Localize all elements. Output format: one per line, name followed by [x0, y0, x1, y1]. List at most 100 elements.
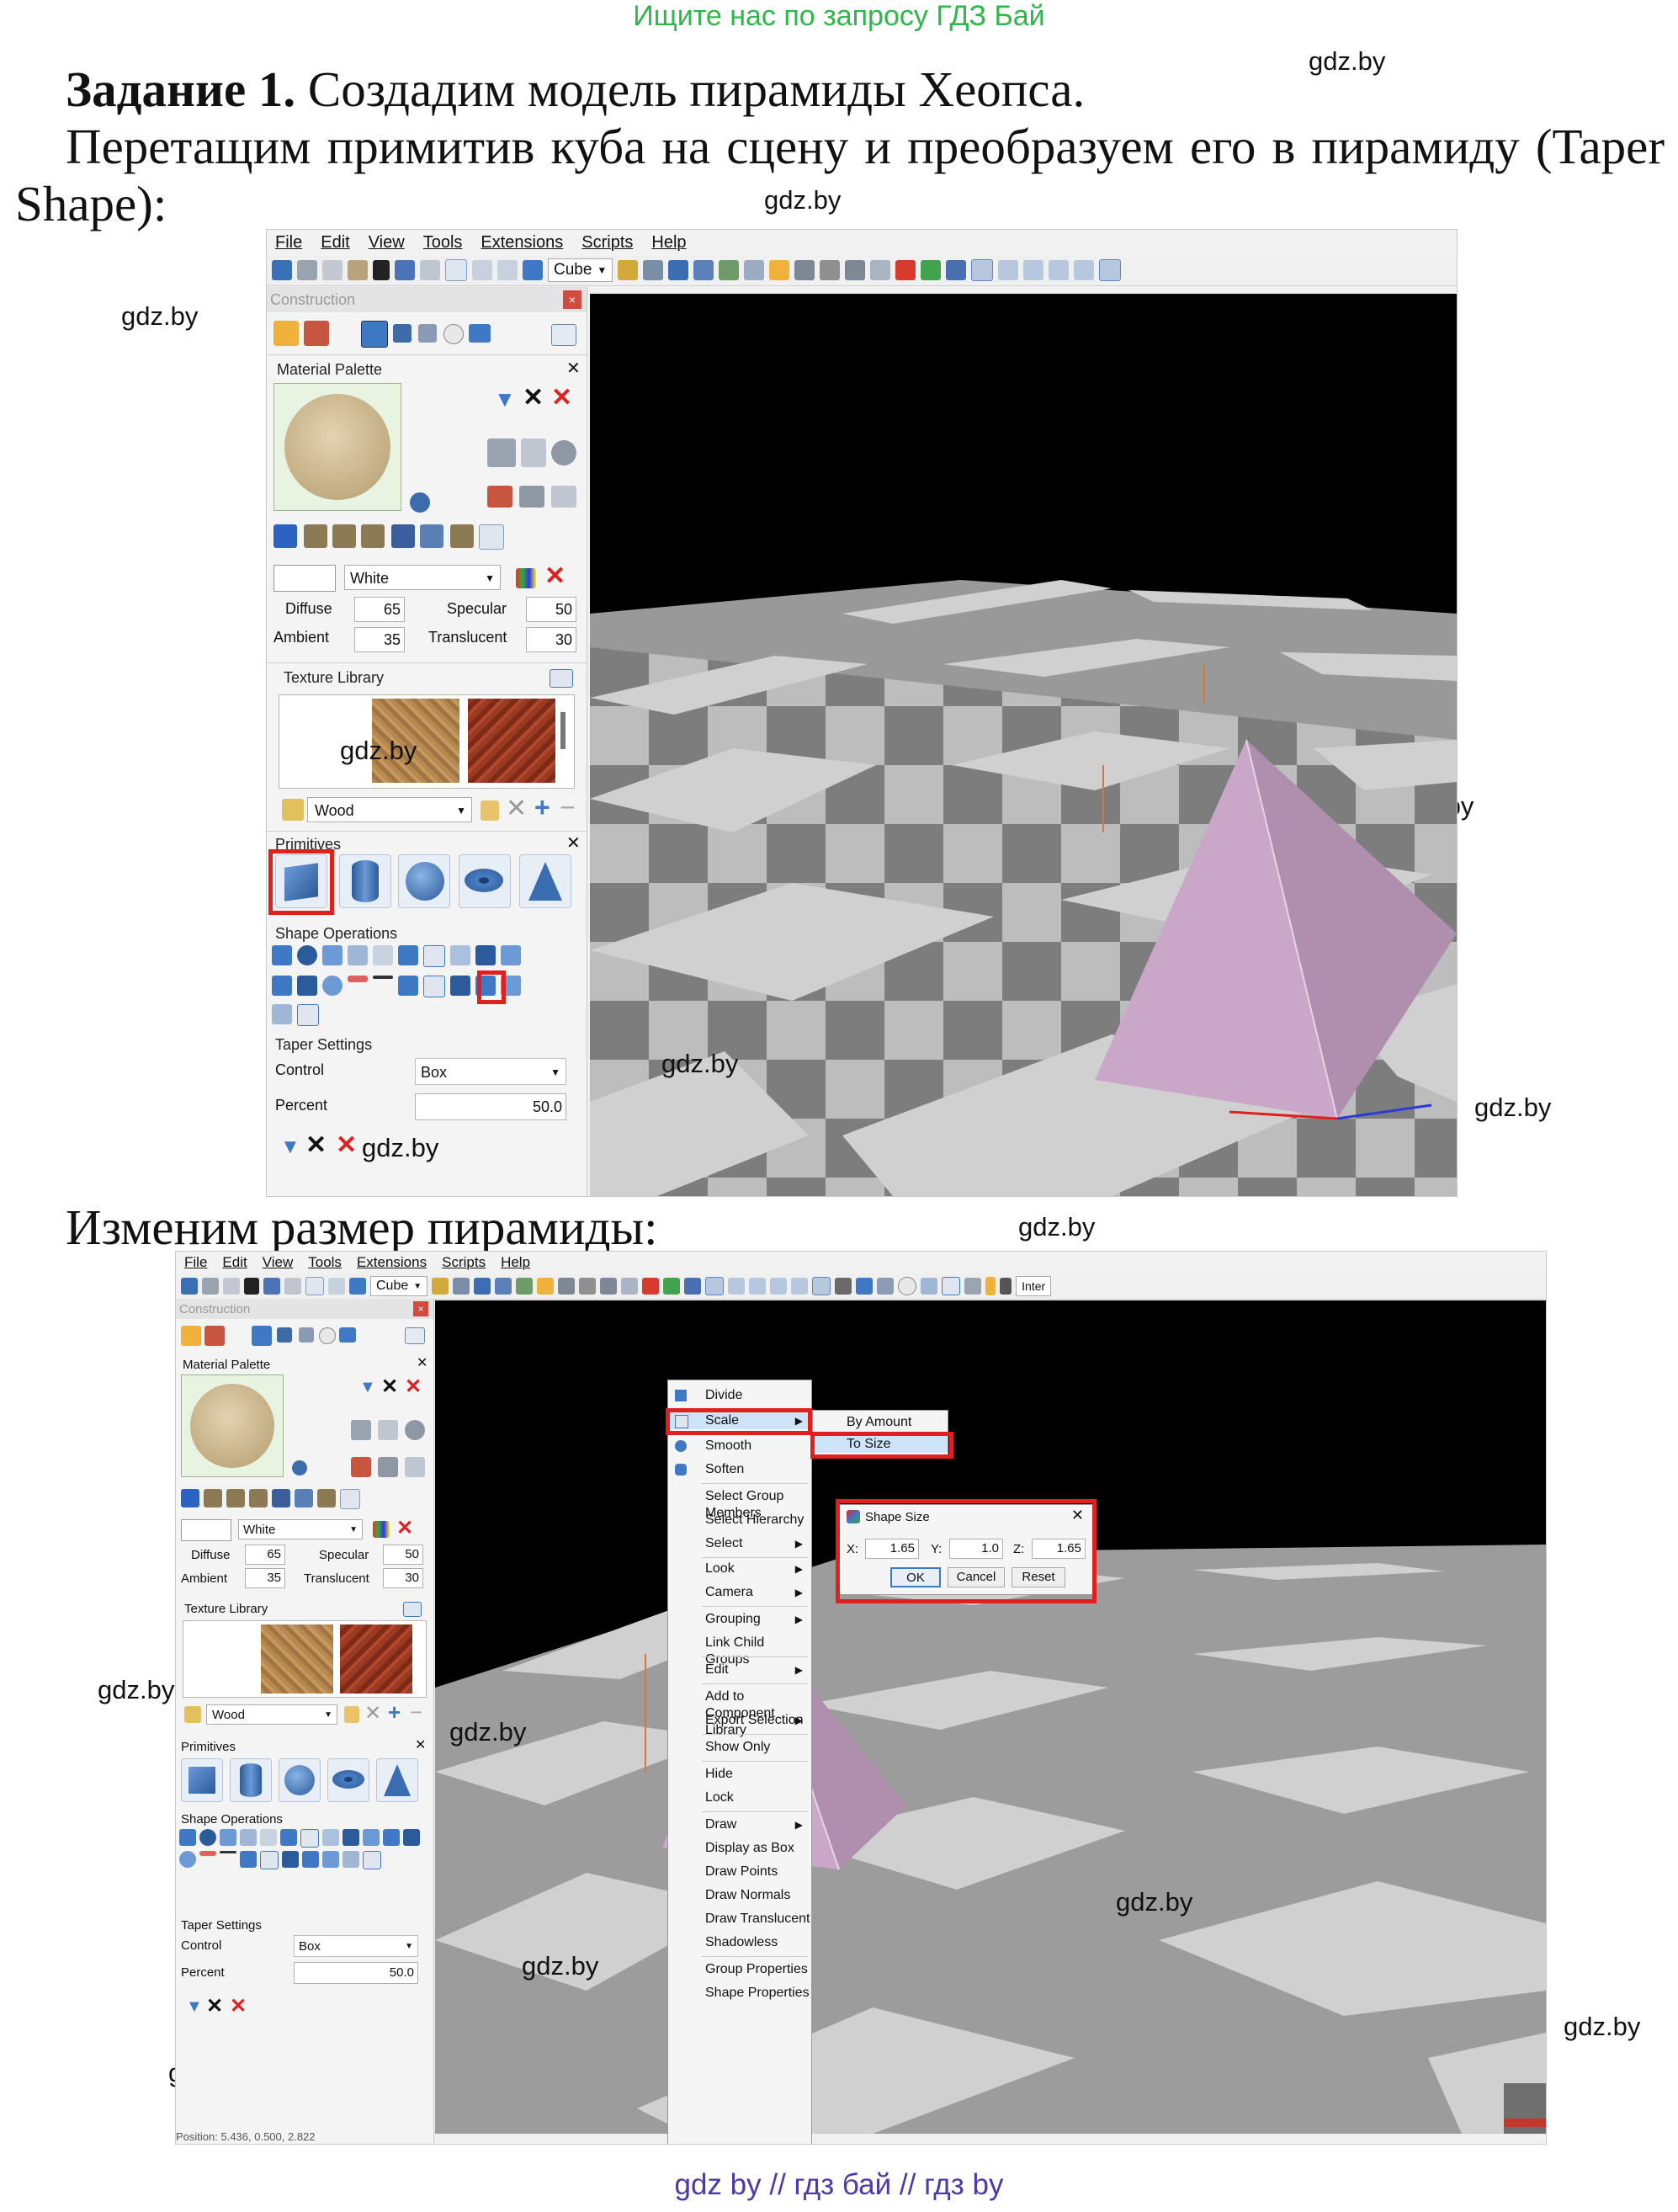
- op-slab-icon[interactable]: [398, 976, 418, 996]
- view-side-icon[interactable]: [728, 1278, 746, 1295]
- menu-scripts[interactable]: Scripts: [581, 233, 633, 253]
- figure-tab-icon[interactable]: [299, 1327, 314, 1343]
- select-box-icon[interactable]: [472, 260, 492, 280]
- material-ring-icon[interactable]: [405, 1420, 425, 1440]
- color-select[interactable]: White ▼: [344, 565, 501, 590]
- bars-tab-icon[interactable]: [469, 324, 491, 343]
- menu-help[interactable]: Help: [651, 233, 686, 253]
- taper-cancel-icon[interactable]: ✕: [336, 1130, 357, 1160]
- texture-delete-icon[interactable]: ✕: [364, 1701, 381, 1725]
- brush-icon[interactable]: [453, 1278, 470, 1295]
- close-material-icon[interactable]: ✕: [566, 358, 581, 379]
- clear-color-icon[interactable]: ✕: [396, 1516, 413, 1540]
- op-numbers-icon[interactable]: [373, 945, 393, 965]
- menu-smooth[interactable]: Smooth: [668, 1438, 811, 1454]
- menu-shadowless[interactable]: Shadowless: [668, 1934, 811, 1951]
- filter-icon[interactable]: ▼: [494, 386, 516, 412]
- primitive-cube-button[interactable]: [181, 1758, 223, 1802]
- op-pyramid-icon[interactable]: [282, 1851, 299, 1868]
- shape-tab-icon[interactable]: [252, 1326, 272, 1346]
- figure-icon[interactable]: [877, 1278, 895, 1295]
- specular-spinner-2[interactable]: 50: [383, 1545, 423, 1565]
- texture-select-2[interactable]: Wood ▼: [206, 1704, 337, 1725]
- op-cube-icon[interactable]: [322, 945, 343, 965]
- op-bend-icon[interactable]: [240, 1829, 257, 1846]
- color-swatch[interactable]: [273, 565, 336, 592]
- texture-delete-icon[interactable]: ✕: [506, 794, 527, 823]
- zoom-icon[interactable]: [845, 260, 866, 280]
- render-icon[interactable]: [835, 1278, 852, 1295]
- undo-icon[interactable]: [263, 1278, 280, 1295]
- op-stack-icon[interactable]: [501, 945, 521, 965]
- menu-draw-normals[interactable]: Draw Normals: [668, 1887, 811, 1904]
- save-icon[interactable]: [272, 260, 292, 280]
- color-select-2[interactable]: White ▼: [238, 1519, 363, 1539]
- ambient-spinner-2[interactable]: 35: [245, 1568, 285, 1588]
- texture-folder-icon[interactable]: [282, 799, 304, 821]
- primitive-cylinder-button[interactable]: [230, 1758, 272, 1802]
- texture-remove-icon[interactable]: −: [560, 792, 576, 823]
- menu-look[interactable]: Look ▶: [668, 1561, 811, 1577]
- paint-icon[interactable]: [432, 1278, 449, 1295]
- menu-draw-translucent[interactable]: Draw Translucent: [668, 1911, 811, 1928]
- interface-select[interactable]: Inter: [1016, 1276, 1052, 1296]
- bars-tab-icon[interactable]: [339, 1327, 356, 1343]
- ambient-spinner[interactable]: 35: [354, 627, 405, 652]
- material-triangle-icon[interactable]: [378, 1457, 398, 1477]
- tex-grid-icon[interactable]: [391, 524, 415, 548]
- menu-display-as-box[interactable]: Display as Box: [668, 1840, 811, 1857]
- menu-edit-item[interactable]: Edit ▶: [668, 1662, 811, 1678]
- cross-red-icon[interactable]: ✕: [551, 383, 572, 412]
- hand-icon[interactable]: [579, 1278, 597, 1295]
- tex-env-icon[interactable]: [450, 524, 474, 548]
- tex-grid-icon[interactable]: [272, 1489, 290, 1507]
- redo-icon[interactable]: [420, 260, 440, 280]
- hand-tab-icon[interactable]: [181, 1326, 201, 1346]
- op-cone-pair-icon[interactable]: [403, 1829, 420, 1846]
- tex-bump-icon[interactable]: [249, 1489, 268, 1507]
- window-tab-icon[interactable]: [551, 324, 576, 346]
- taper-cancel-icon[interactable]: ✕: [230, 1994, 247, 2018]
- light-tab-icon[interactable]: [443, 324, 464, 344]
- axis-icon[interactable]: [921, 260, 942, 280]
- texture-list-2[interactable]: [183, 1620, 427, 1698]
- op-cone-pair-icon[interactable]: [297, 976, 317, 996]
- menu-camera[interactable]: Camera ▶: [668, 1584, 811, 1601]
- menu-view[interactable]: View: [369, 233, 405, 253]
- tex-list-icon[interactable]: [479, 524, 504, 550]
- menu-by-amount[interactable]: By Amount: [813, 1414, 948, 1431]
- curve-icon[interactable]: [942, 1277, 961, 1295]
- menu-tools[interactable]: Tools: [423, 233, 463, 253]
- menu-draw[interactable]: Draw ▶: [668, 1816, 811, 1833]
- material-grid-icon[interactable]: [351, 1420, 371, 1440]
- view-top-icon[interactable]: [749, 1278, 767, 1295]
- link-icon[interactable]: [558, 1278, 576, 1295]
- view-side-icon[interactable]: [998, 260, 1019, 280]
- view-box-icon[interactable]: [791, 1278, 809, 1295]
- menu-view-2[interactable]: View: [263, 1254, 294, 1271]
- sphere-small-icon[interactable]: [410, 492, 430, 513]
- op-frame2-icon[interactable]: [260, 1851, 279, 1869]
- texture-scrollbar[interactable]: [560, 712, 566, 749]
- image-icon[interactable]: [537, 1278, 555, 1295]
- texture-list[interactable]: [279, 694, 575, 789]
- op-stack-icon[interactable]: [363, 1829, 380, 1846]
- op-gear-icon[interactable]: [322, 976, 343, 996]
- delete-icon[interactable]: [373, 260, 390, 280]
- diffuse-spinner-2[interactable]: 65: [245, 1545, 285, 1565]
- op-hourglass-icon[interactable]: [322, 1851, 339, 1868]
- op-bend-icon[interactable]: [348, 945, 368, 965]
- undo-icon[interactable]: [395, 260, 415, 280]
- tree-icon[interactable]: [921, 1278, 938, 1295]
- hand-tab-icon[interactable]: [273, 321, 299, 346]
- op-globe-icon[interactable]: [199, 1829, 216, 1846]
- op-box-outline-icon[interactable]: [300, 1829, 319, 1848]
- menu-link-child-groups[interactable]: Link Child Groups: [668, 1635, 811, 1667]
- menu-file[interactable]: File: [275, 233, 302, 253]
- zoom-icon[interactable]: [600, 1278, 618, 1295]
- op-cross-icon[interactable]: [450, 945, 470, 965]
- texture-remove-icon[interactable]: −: [410, 1699, 422, 1725]
- view-top-icon[interactable]: [1023, 260, 1044, 280]
- camera-tab-icon[interactable]: [277, 1327, 292, 1343]
- primitive-torus-button[interactable]: [327, 1758, 369, 1802]
